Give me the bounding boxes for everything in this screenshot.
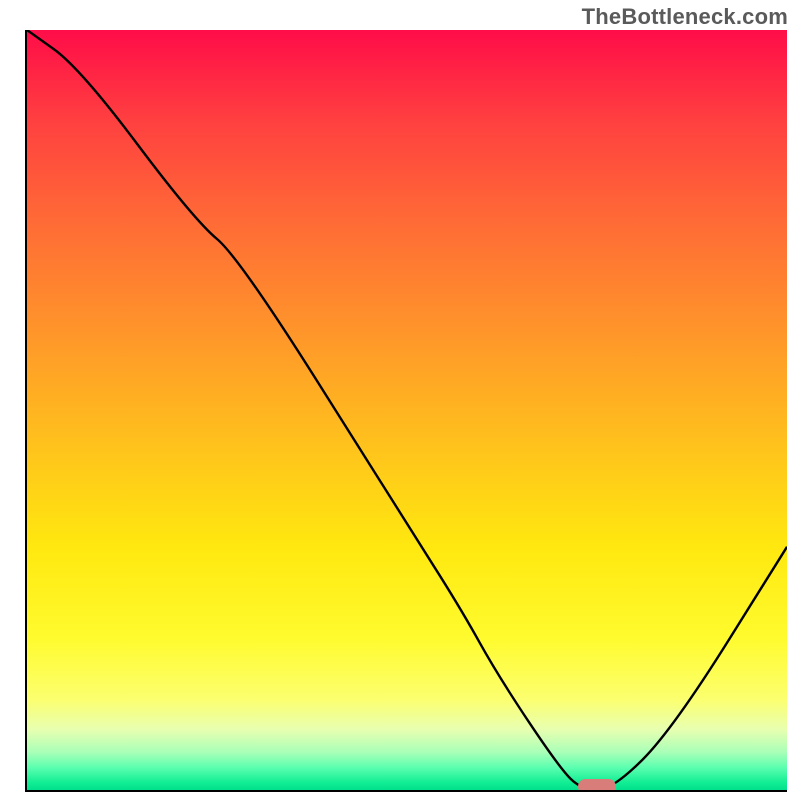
bottleneck-curve [27,30,787,790]
optimal-marker [578,779,616,792]
curve-path [27,30,787,790]
plot-area [25,30,787,792]
watermark-text: TheBottleneck.com [582,4,788,30]
